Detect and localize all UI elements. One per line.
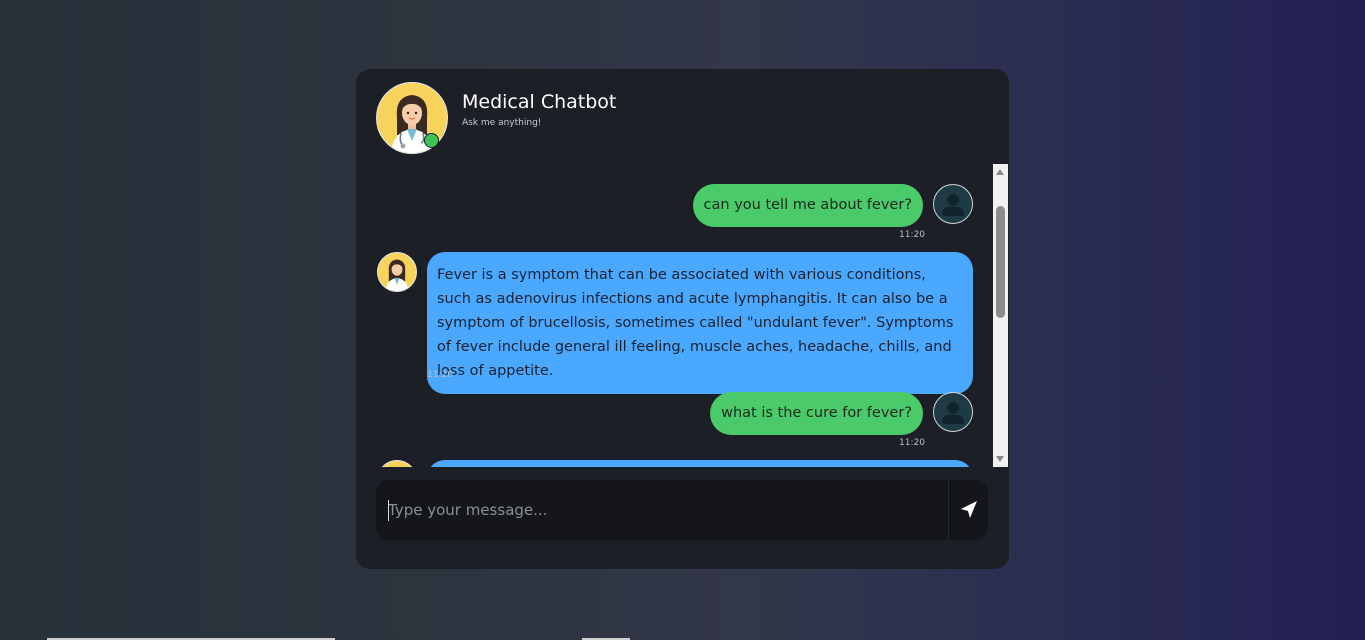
send-button[interactable] <box>948 480 988 540</box>
message-list[interactable]: can you tell me about fever? 11:20 Fever… <box>356 164 993 467</box>
chat-subtitle: Ask me anything! <box>462 118 542 128</box>
user-message: can you tell me about fever? 11:20 <box>356 164 993 244</box>
bot-message: Fever is a symptom that can be associate… <box>356 252 993 394</box>
online-status-dot <box>424 133 439 148</box>
chat-header: Medical Chatbot Ask me anything! <box>376 82 976 154</box>
bot-message <box>356 460 993 467</box>
bot-message-bubble: Fever is a symptom that can be associate… <box>427 252 973 394</box>
message-time: 11:20 <box>899 230 925 240</box>
message-time: 11:20 <box>427 370 453 380</box>
message-scrollbar[interactable] <box>993 164 1008 467</box>
message-input[interactable] <box>376 480 948 540</box>
message-composer <box>376 480 988 540</box>
scroll-down-arrow[interactable] <box>996 456 1004 462</box>
user-avatar-icon <box>933 184 973 224</box>
user-message-bubble: can you tell me about fever? <box>692 184 923 227</box>
scroll-up-arrow[interactable] <box>996 169 1004 175</box>
user-avatar-icon <box>933 392 973 432</box>
text-caret <box>388 500 389 521</box>
send-icon <box>961 501 977 518</box>
chat-window: Medical Chatbot Ask me anything! can you… <box>356 69 1009 569</box>
chat-title: Medical Chatbot <box>462 91 617 113</box>
bot-message-bubble <box>427 460 973 467</box>
message-time: 11:20 <box>899 438 925 448</box>
user-message-bubble: what is the cure for fever? <box>710 392 923 435</box>
doctor-avatar-icon <box>377 252 417 292</box>
scroll-thumb[interactable] <box>996 206 1005 318</box>
user-message: what is the cure for fever? 11:20 <box>356 392 993 467</box>
doctor-avatar-icon <box>377 460 417 467</box>
